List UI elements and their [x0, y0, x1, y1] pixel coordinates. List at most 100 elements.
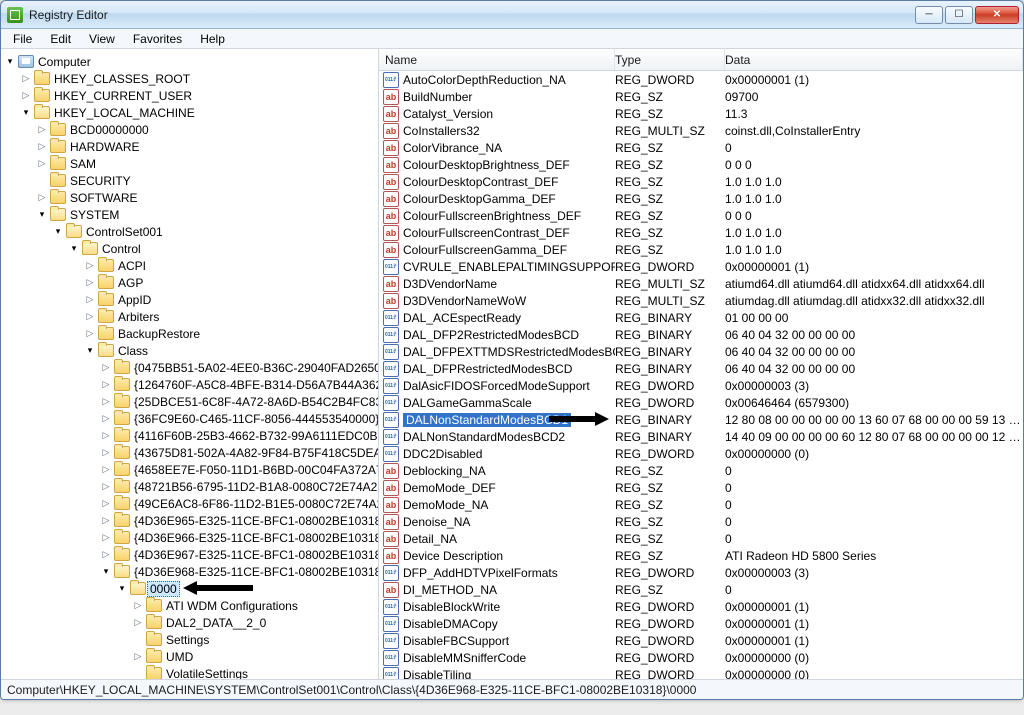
- tree-row[interactable]: ▷HKEY_CLASSES_ROOT: [3, 70, 378, 87]
- tree-label[interactable]: {4D36E967-E325-11CE-BFC1-08002BE10318…: [134, 548, 379, 562]
- tree-label[interactable]: BCD00000000: [70, 123, 149, 137]
- tree-row[interactable]: ▾0000: [3, 580, 378, 597]
- tree-label[interactable]: SAM: [70, 157, 96, 171]
- value-row[interactable]: DisableDMACopyREG_DWORD0x00000001 (1): [379, 615, 1023, 632]
- value-row[interactable]: DALNonStandardModesBCD1REG_BINARY12 80 0…: [379, 411, 1023, 428]
- tree-label[interactable]: {49CE6AC8-6F86-11D2-B1E5-0080C72E74A2…: [134, 497, 379, 511]
- tree-row[interactable]: ▷{25DBCE51-6C8F-4A72-8A6D-B54C2B4FC83…: [3, 393, 378, 410]
- tree-row[interactable]: ▷UMD: [3, 648, 378, 665]
- tree-label[interactable]: Settings: [166, 633, 209, 647]
- expand-icon[interactable]: ▷: [99, 463, 113, 477]
- value-row[interactable]: DDC2DisabledREG_DWORD0x00000000 (0): [379, 445, 1023, 462]
- tree-row[interactable]: ▾ControlSet001: [3, 223, 378, 240]
- value-row[interactable]: DisableFBCSupportREG_DWORD0x00000001 (1): [379, 632, 1023, 649]
- tree-label[interactable]: Control: [102, 242, 141, 256]
- value-row[interactable]: DAL_DFPRestrictedModesBCDREG_BINARY06 40…: [379, 360, 1023, 377]
- tree-label[interactable]: {4D36E968-E325-11CE-BFC1-08002BE10318…: [134, 565, 379, 579]
- menu-view[interactable]: View: [81, 30, 123, 48]
- value-row[interactable]: DisableBlockWriteREG_DWORD0x00000001 (1): [379, 598, 1023, 615]
- tree-row[interactable]: ▷{0475BB51-5A02-4EE0-B36C-29040FAD2650…: [3, 359, 378, 376]
- tree-label[interactable]: DAL2_DATA__2_0: [166, 616, 266, 630]
- tree-row[interactable]: ▷HARDWARE: [3, 138, 378, 155]
- collapse-icon[interactable]: ▾: [67, 242, 81, 256]
- tree-label[interactable]: Arbiters: [118, 310, 159, 324]
- menu-help[interactable]: Help: [192, 30, 233, 48]
- tree-label[interactable]: AppID: [118, 293, 151, 307]
- value-row[interactable]: DemoMode_DEFREG_SZ0: [379, 479, 1023, 496]
- tree-label[interactable]: Computer: [38, 55, 91, 69]
- value-row[interactable]: DalAsicFIDOSForcedModeSupportREG_DWORD0x…: [379, 377, 1023, 394]
- value-row[interactable]: DisableMMSnifferCodeREG_DWORD0x00000000 …: [379, 649, 1023, 666]
- tree-row[interactable]: ▷ SAM: [3, 155, 378, 172]
- value-row[interactable]: ColorVibrance_NAREG_SZ0: [379, 139, 1023, 156]
- expand-icon[interactable]: ▷: [131, 650, 145, 664]
- tree-row[interactable]: ▷ DAL2_DATA__2_0: [3, 614, 378, 631]
- close-button[interactable]: ✕: [975, 6, 1019, 24]
- value-row[interactable]: ColourDesktopGamma_DEFREG_SZ1.0 1.0 1.0: [379, 190, 1023, 207]
- expand-icon[interactable]: ▷: [99, 378, 113, 392]
- tree-row[interactable]: ▷{1264760F-A5C8-4BFE-B314-D56A7B44A362…: [3, 376, 378, 393]
- value-row[interactable]: D3DVendorNameWoWREG_MULTI_SZatiumdag.dll…: [379, 292, 1023, 309]
- expand-icon[interactable]: ▷: [99, 548, 113, 562]
- tree-label[interactable]: {25DBCE51-6C8F-4A72-8A6D-B54C2B4FC83…: [134, 395, 379, 409]
- tree-row[interactable]: ▷SOFTWARE: [3, 189, 378, 206]
- value-row[interactable]: BuildNumberREG_SZ09700: [379, 88, 1023, 105]
- value-row[interactable]: D3DVendorNameREG_MULTI_SZatiumd64.dll at…: [379, 275, 1023, 292]
- tree-row[interactable]: ▷{43675D81-502A-4A82-9F84-B75F418C5DEA…: [3, 444, 378, 461]
- value-row[interactable]: CoInstallers32REG_MULTI_SZcoinst.dll,CoI…: [379, 122, 1023, 139]
- expand-icon[interactable]: ▷: [35, 140, 49, 154]
- expand-icon[interactable]: ▷: [131, 599, 145, 613]
- tree-row[interactable]: ▾ Class: [3, 342, 378, 359]
- tree-label[interactable]: {43675D81-502A-4A82-9F84-B75F418C5DEA…: [134, 446, 379, 460]
- value-row[interactable]: Device DescriptionREG_SZATI Radeon HD 58…: [379, 547, 1023, 564]
- tree-row[interactable]: ▷ACPI: [3, 257, 378, 274]
- collapse-icon[interactable]: ▾: [19, 106, 33, 120]
- menu-favorites[interactable]: Favorites: [125, 30, 190, 48]
- column-type[interactable]: Type: [615, 49, 725, 70]
- expand-icon[interactable]: ▷: [99, 429, 113, 443]
- tree-row[interactable]: ▾SYSTEM: [3, 206, 378, 223]
- tree-label[interactable]: Class: [118, 344, 148, 358]
- tree-row[interactable]: ▷ Arbiters: [3, 308, 378, 325]
- tree-label[interactable]: HKEY_LOCAL_MACHINE: [54, 106, 195, 120]
- expand-icon[interactable]: ▷: [83, 259, 97, 273]
- collapse-icon[interactable]: ▾: [99, 565, 113, 579]
- expand-icon[interactable]: ▷: [99, 514, 113, 528]
- tree-row[interactable]: ▾Computer: [3, 53, 378, 70]
- tree-row[interactable]: ▷ATI WDM Configurations: [3, 597, 378, 614]
- value-row[interactable]: ColourFullscreenBrightness_DEFREG_SZ0 0 …: [379, 207, 1023, 224]
- expand-icon[interactable]: ▷: [99, 361, 113, 375]
- value-row[interactable]: CVRULE_ENABLEPALTIMINGSUPPORTREG_DWORD0x…: [379, 258, 1023, 275]
- expand-icon[interactable]: ▷: [131, 616, 145, 630]
- values-pane[interactable]: Name Type Data AutoColorDepthReduction_N…: [379, 49, 1023, 679]
- expand-icon[interactable]: ▷: [83, 310, 97, 324]
- tree-label[interactable]: HKEY_CLASSES_ROOT: [54, 72, 190, 86]
- collapse-icon[interactable]: ▾: [51, 225, 65, 239]
- titlebar[interactable]: Registry Editor ─ ☐ ✕: [1, 1, 1023, 29]
- tree-label[interactable]: {4658EE7E-F050-11D1-B6BD-00C04FA372A7…: [134, 463, 379, 477]
- expand-icon[interactable]: ▷: [35, 123, 49, 137]
- value-row[interactable]: DemoMode_NAREG_SZ0: [379, 496, 1023, 513]
- value-row[interactable]: DFP_AddHDTVPixelFormatsREG_DWORD0x000000…: [379, 564, 1023, 581]
- value-row[interactable]: DAL_ACEspectReadyREG_BINARY01 00 00 00: [379, 309, 1023, 326]
- tree-label[interactable]: AGP: [118, 276, 143, 290]
- maximize-button[interactable]: ☐: [945, 6, 973, 24]
- value-row[interactable]: DAL_DFP2RestrictedModesBCDREG_BINARY06 4…: [379, 326, 1023, 343]
- expand-icon[interactable]: ▷: [99, 531, 113, 545]
- expand-icon[interactable]: ▷: [35, 157, 49, 171]
- value-row[interactable]: DisableTilingREG_DWORD0x00000000 (0): [379, 666, 1023, 679]
- tree-label[interactable]: 0000: [147, 581, 180, 597]
- tree-row[interactable]: VolatileSettings: [3, 665, 378, 679]
- column-name[interactable]: Name: [379, 49, 615, 70]
- tree-label[interactable]: {36FC9E60-C465-11CF-8056-444553540000}: [134, 412, 379, 426]
- value-row[interactable]: DI_METHOD_NAREG_SZ0: [379, 581, 1023, 598]
- tree-pane[interactable]: ▾Computer▷HKEY_CLASSES_ROOT▷HKEY_CURRENT…: [1, 49, 379, 679]
- expand-icon[interactable]: ▷: [99, 480, 113, 494]
- tree-label[interactable]: HKEY_CURRENT_USER: [54, 89, 192, 103]
- tree-row[interactable]: ▷{49CE6AC8-6F86-11D2-B1E5-0080C72E74A2…: [3, 495, 378, 512]
- value-row[interactable]: Denoise_NAREG_SZ0: [379, 513, 1023, 530]
- expand-icon[interactable]: ▷: [19, 89, 33, 103]
- tree-label[interactable]: {48721B56-6795-11D2-B1A8-0080C72E74A2…: [134, 480, 379, 494]
- collapse-icon[interactable]: ▾: [83, 344, 97, 358]
- value-row[interactable]: ColourDesktopBrightness_DEFREG_SZ0 0 0: [379, 156, 1023, 173]
